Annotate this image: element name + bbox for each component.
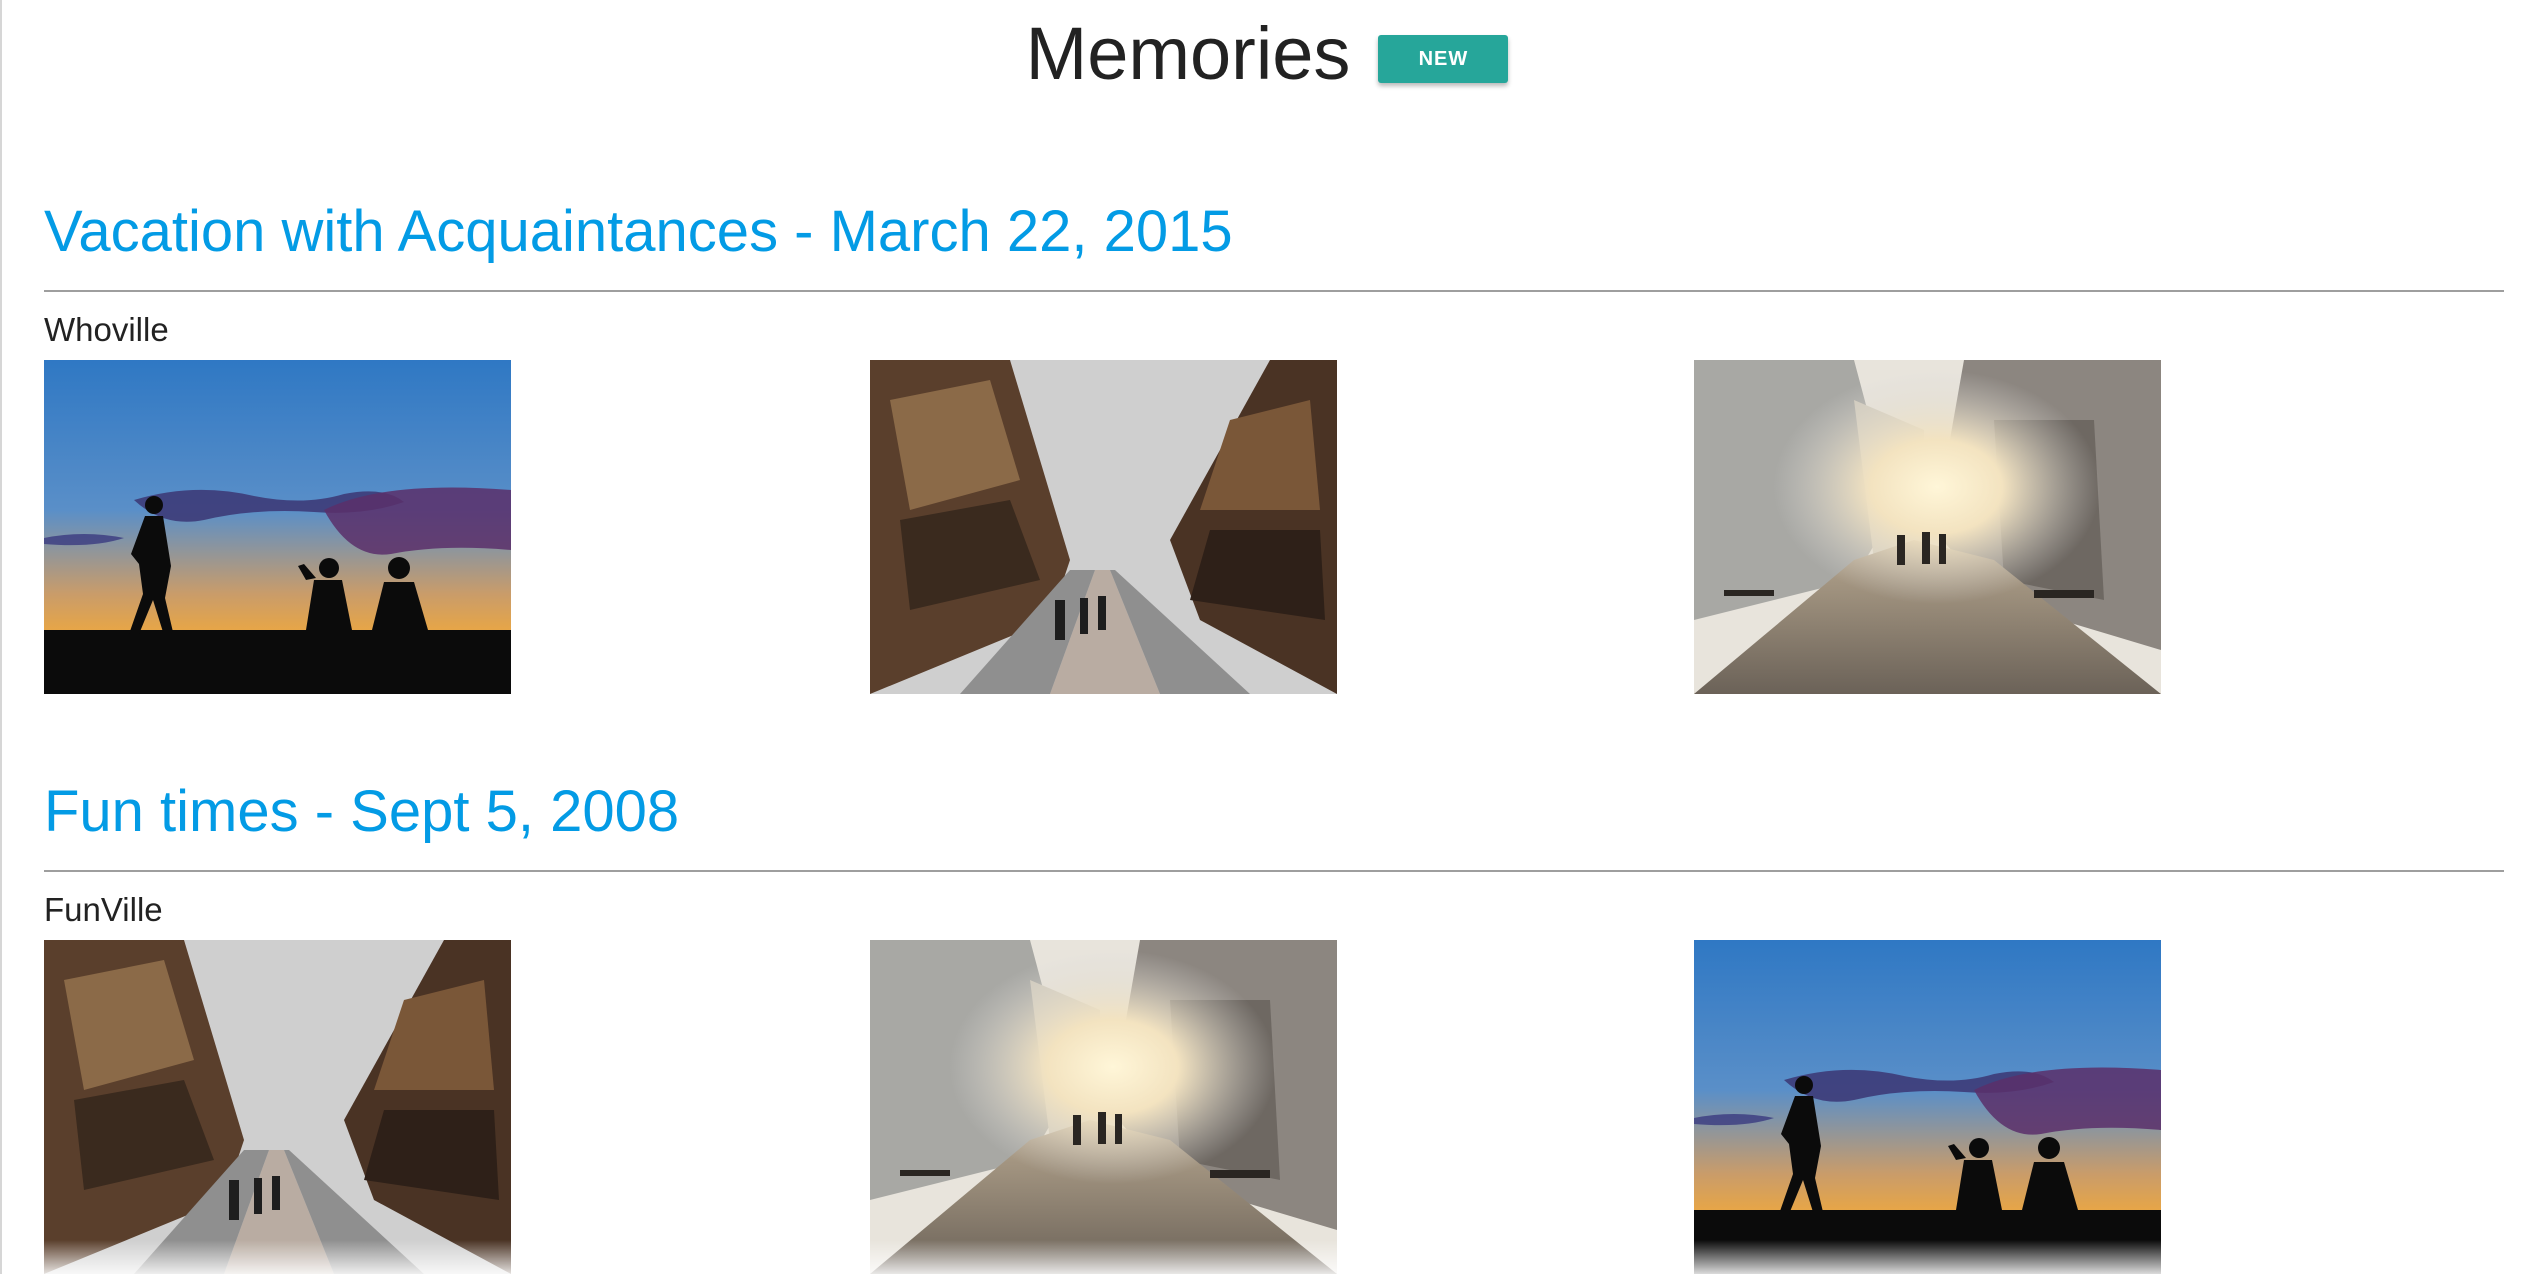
memories-page: Memories NEW Vacation with Acquaintances… [0, 0, 2530, 1274]
japanese-street-image [870, 360, 1337, 694]
photo-traditional-japanese-street[interactable] [870, 360, 1337, 694]
photo-silhouettes-at-sunset[interactable] [1694, 940, 2161, 1274]
page-title: Memories [1025, 12, 1351, 95]
memory-card: Fun times - Sept 5, 2008 FunVille [44, 776, 2504, 1274]
header-content: Memories NEW [1026, 14, 1509, 94]
photo-cobblestone-street-sunset[interactable] [870, 940, 1337, 1274]
photo-traditional-japanese-street[interactable] [44, 940, 511, 1274]
memory-title[interactable]: Vacation with Acquaintances - March 22, … [44, 196, 2504, 268]
memory-location: Whoville [44, 311, 169, 348]
japanese-street-image [44, 940, 511, 1274]
memory-location: FunVille [44, 891, 163, 928]
new-memory-button[interactable]: NEW [1378, 35, 1509, 83]
photo-cobblestone-street-sunset[interactable] [1694, 360, 2161, 694]
section-divider [44, 290, 2504, 292]
sunset-silhouettes-image [1694, 940, 2161, 1274]
page-header: Memories NEW [2, 14, 2530, 94]
memory-title[interactable]: Fun times - Sept 5, 2008 [44, 776, 2504, 848]
cobblestone-street-image [870, 940, 1337, 1274]
photo-silhouettes-at-sunset[interactable] [44, 360, 511, 694]
cobblestone-street-image [1694, 360, 2161, 694]
memory-card: Vacation with Acquaintances - March 22, … [44, 196, 2504, 694]
sunset-silhouettes-image [44, 360, 511, 694]
section-divider [44, 870, 2504, 872]
